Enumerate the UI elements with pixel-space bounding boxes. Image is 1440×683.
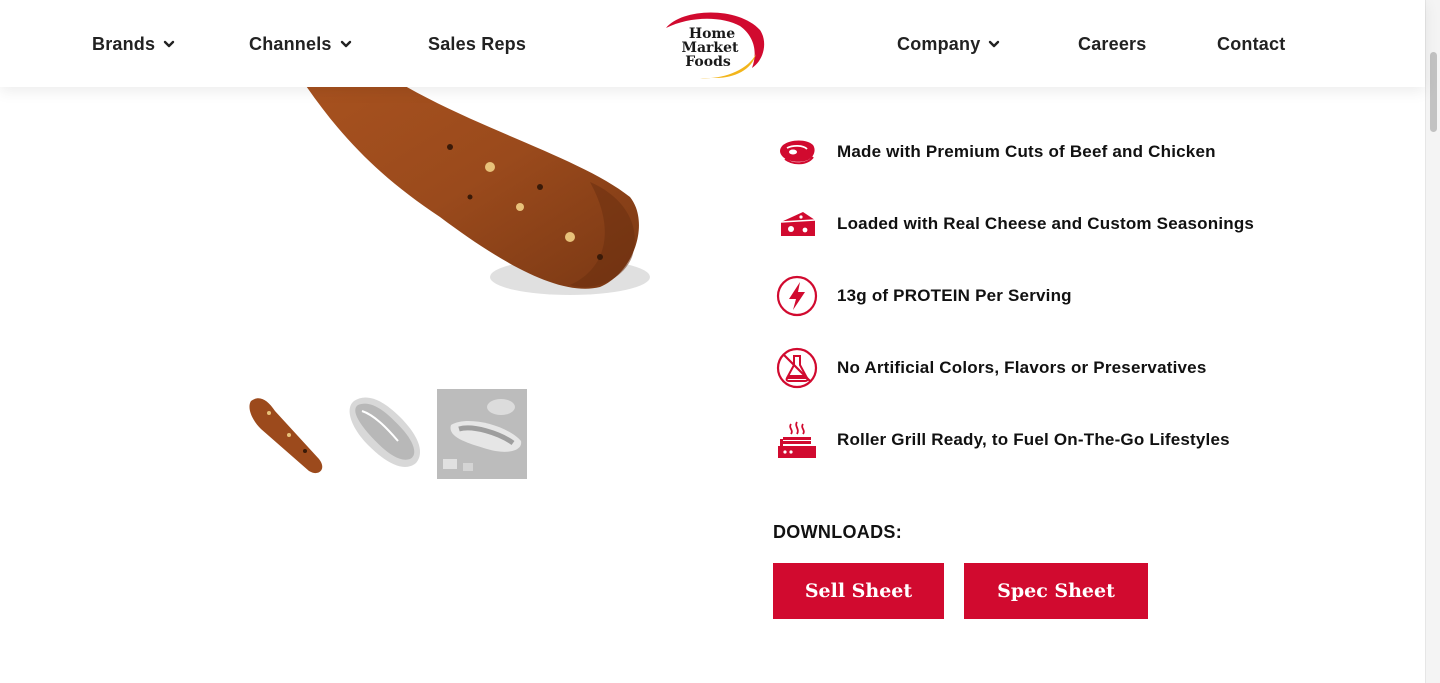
feature-text: No Artificial Colors, Flavors or Preserv… bbox=[837, 358, 1207, 377]
nav-company[interactable]: Company bbox=[897, 30, 1000, 58]
feature-item: Roller Grill Ready, to Fuel On-The-Go Li… bbox=[773, 416, 1230, 464]
feature-text: Loaded with Real Cheese and Custom Seaso… bbox=[837, 214, 1255, 233]
nav-channels[interactable]: Channels bbox=[249, 30, 352, 58]
roller-grill-icon bbox=[773, 416, 821, 464]
downloads-heading: DOWNLOADS: bbox=[773, 522, 902, 542]
feature-item: Loaded with Real Cheese and Custom Seaso… bbox=[773, 200, 1254, 248]
feature-text: 13g of PROTEIN Per Serving bbox=[837, 286, 1072, 305]
lightning-bolt-icon bbox=[773, 272, 821, 320]
spec-sheet-button[interactable]: Spec Sheet bbox=[964, 563, 1148, 619]
home-market-foods-logo[interactable]: Home Market Foods bbox=[660, 8, 766, 80]
scrollbar-thumb[interactable] bbox=[1430, 52, 1437, 132]
steak-icon bbox=[773, 128, 821, 176]
nav-contact-label: Contact bbox=[1217, 33, 1286, 54]
nav-channels-label: Channels bbox=[249, 33, 332, 54]
nav-careers-label: Careers bbox=[1078, 33, 1147, 54]
feature-item: 13g of PROTEIN Per Serving bbox=[773, 272, 1072, 320]
product-thumbnail[interactable] bbox=[239, 389, 329, 479]
logo-line3: Foods bbox=[685, 54, 731, 70]
nav-brands[interactable]: Brands bbox=[92, 30, 175, 58]
no-flask-icon bbox=[773, 344, 821, 392]
page-scrollbar[interactable] bbox=[1425, 0, 1440, 683]
nav-contact[interactable]: Contact bbox=[1217, 30, 1285, 58]
cheese-icon bbox=[773, 200, 821, 248]
site-header: Brands Channels Sales Reps Home Market F… bbox=[0, 0, 1425, 87]
nav-sales-reps-label: Sales Reps bbox=[428, 33, 527, 54]
chevron-down-icon bbox=[988, 38, 1000, 50]
feature-text: Made with Premium Cuts of Beef and Chick… bbox=[837, 142, 1216, 161]
chevron-down-icon bbox=[163, 38, 175, 50]
feature-item: Made with Premium Cuts of Beef and Chick… bbox=[773, 128, 1216, 176]
feature-text: Roller Grill Ready, to Fuel On-The-Go Li… bbox=[837, 430, 1230, 449]
sell-sheet-button[interactable]: Sell Sheet bbox=[773, 563, 944, 619]
nav-careers[interactable]: Careers bbox=[1078, 30, 1146, 58]
product-thumbnail[interactable] bbox=[437, 389, 527, 479]
feature-item: No Artificial Colors, Flavors or Preserv… bbox=[773, 344, 1207, 392]
product-hero-image bbox=[270, 77, 670, 317]
nav-sales-reps[interactable]: Sales Reps bbox=[428, 30, 526, 58]
nav-company-label: Company bbox=[897, 33, 981, 54]
nav-brands-label: Brands bbox=[92, 33, 156, 54]
product-thumbnail[interactable] bbox=[338, 389, 428, 479]
chevron-down-icon bbox=[340, 38, 352, 50]
